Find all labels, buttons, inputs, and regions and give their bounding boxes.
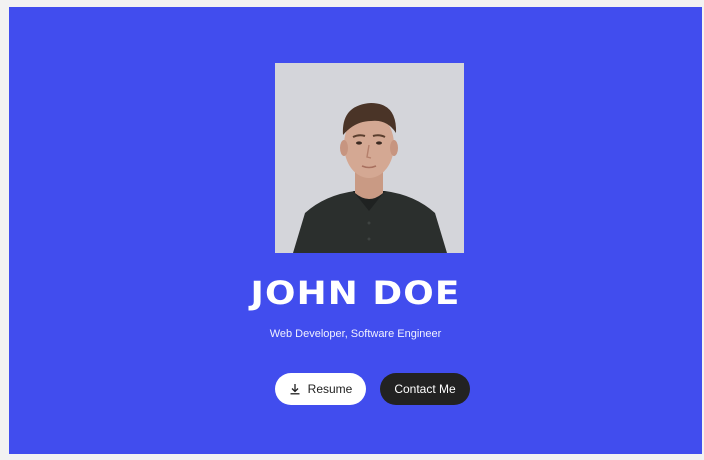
resume-button[interactable]: Resume xyxy=(275,373,366,405)
contact-button-label: Contact Me xyxy=(394,382,456,396)
resume-button-label: Resume xyxy=(307,382,353,396)
profile-photo-illustration xyxy=(275,63,464,253)
contact-button[interactable]: Contact Me xyxy=(380,373,470,405)
profile-name: JOHN DOE xyxy=(250,274,461,312)
hero-section: JOHN DOE Web Developer, Software Enginee… xyxy=(9,7,702,454)
profile-subtitle: Web Developer, Software Engineer xyxy=(269,328,442,340)
download-icon xyxy=(289,383,301,395)
profile-photo xyxy=(275,63,464,253)
